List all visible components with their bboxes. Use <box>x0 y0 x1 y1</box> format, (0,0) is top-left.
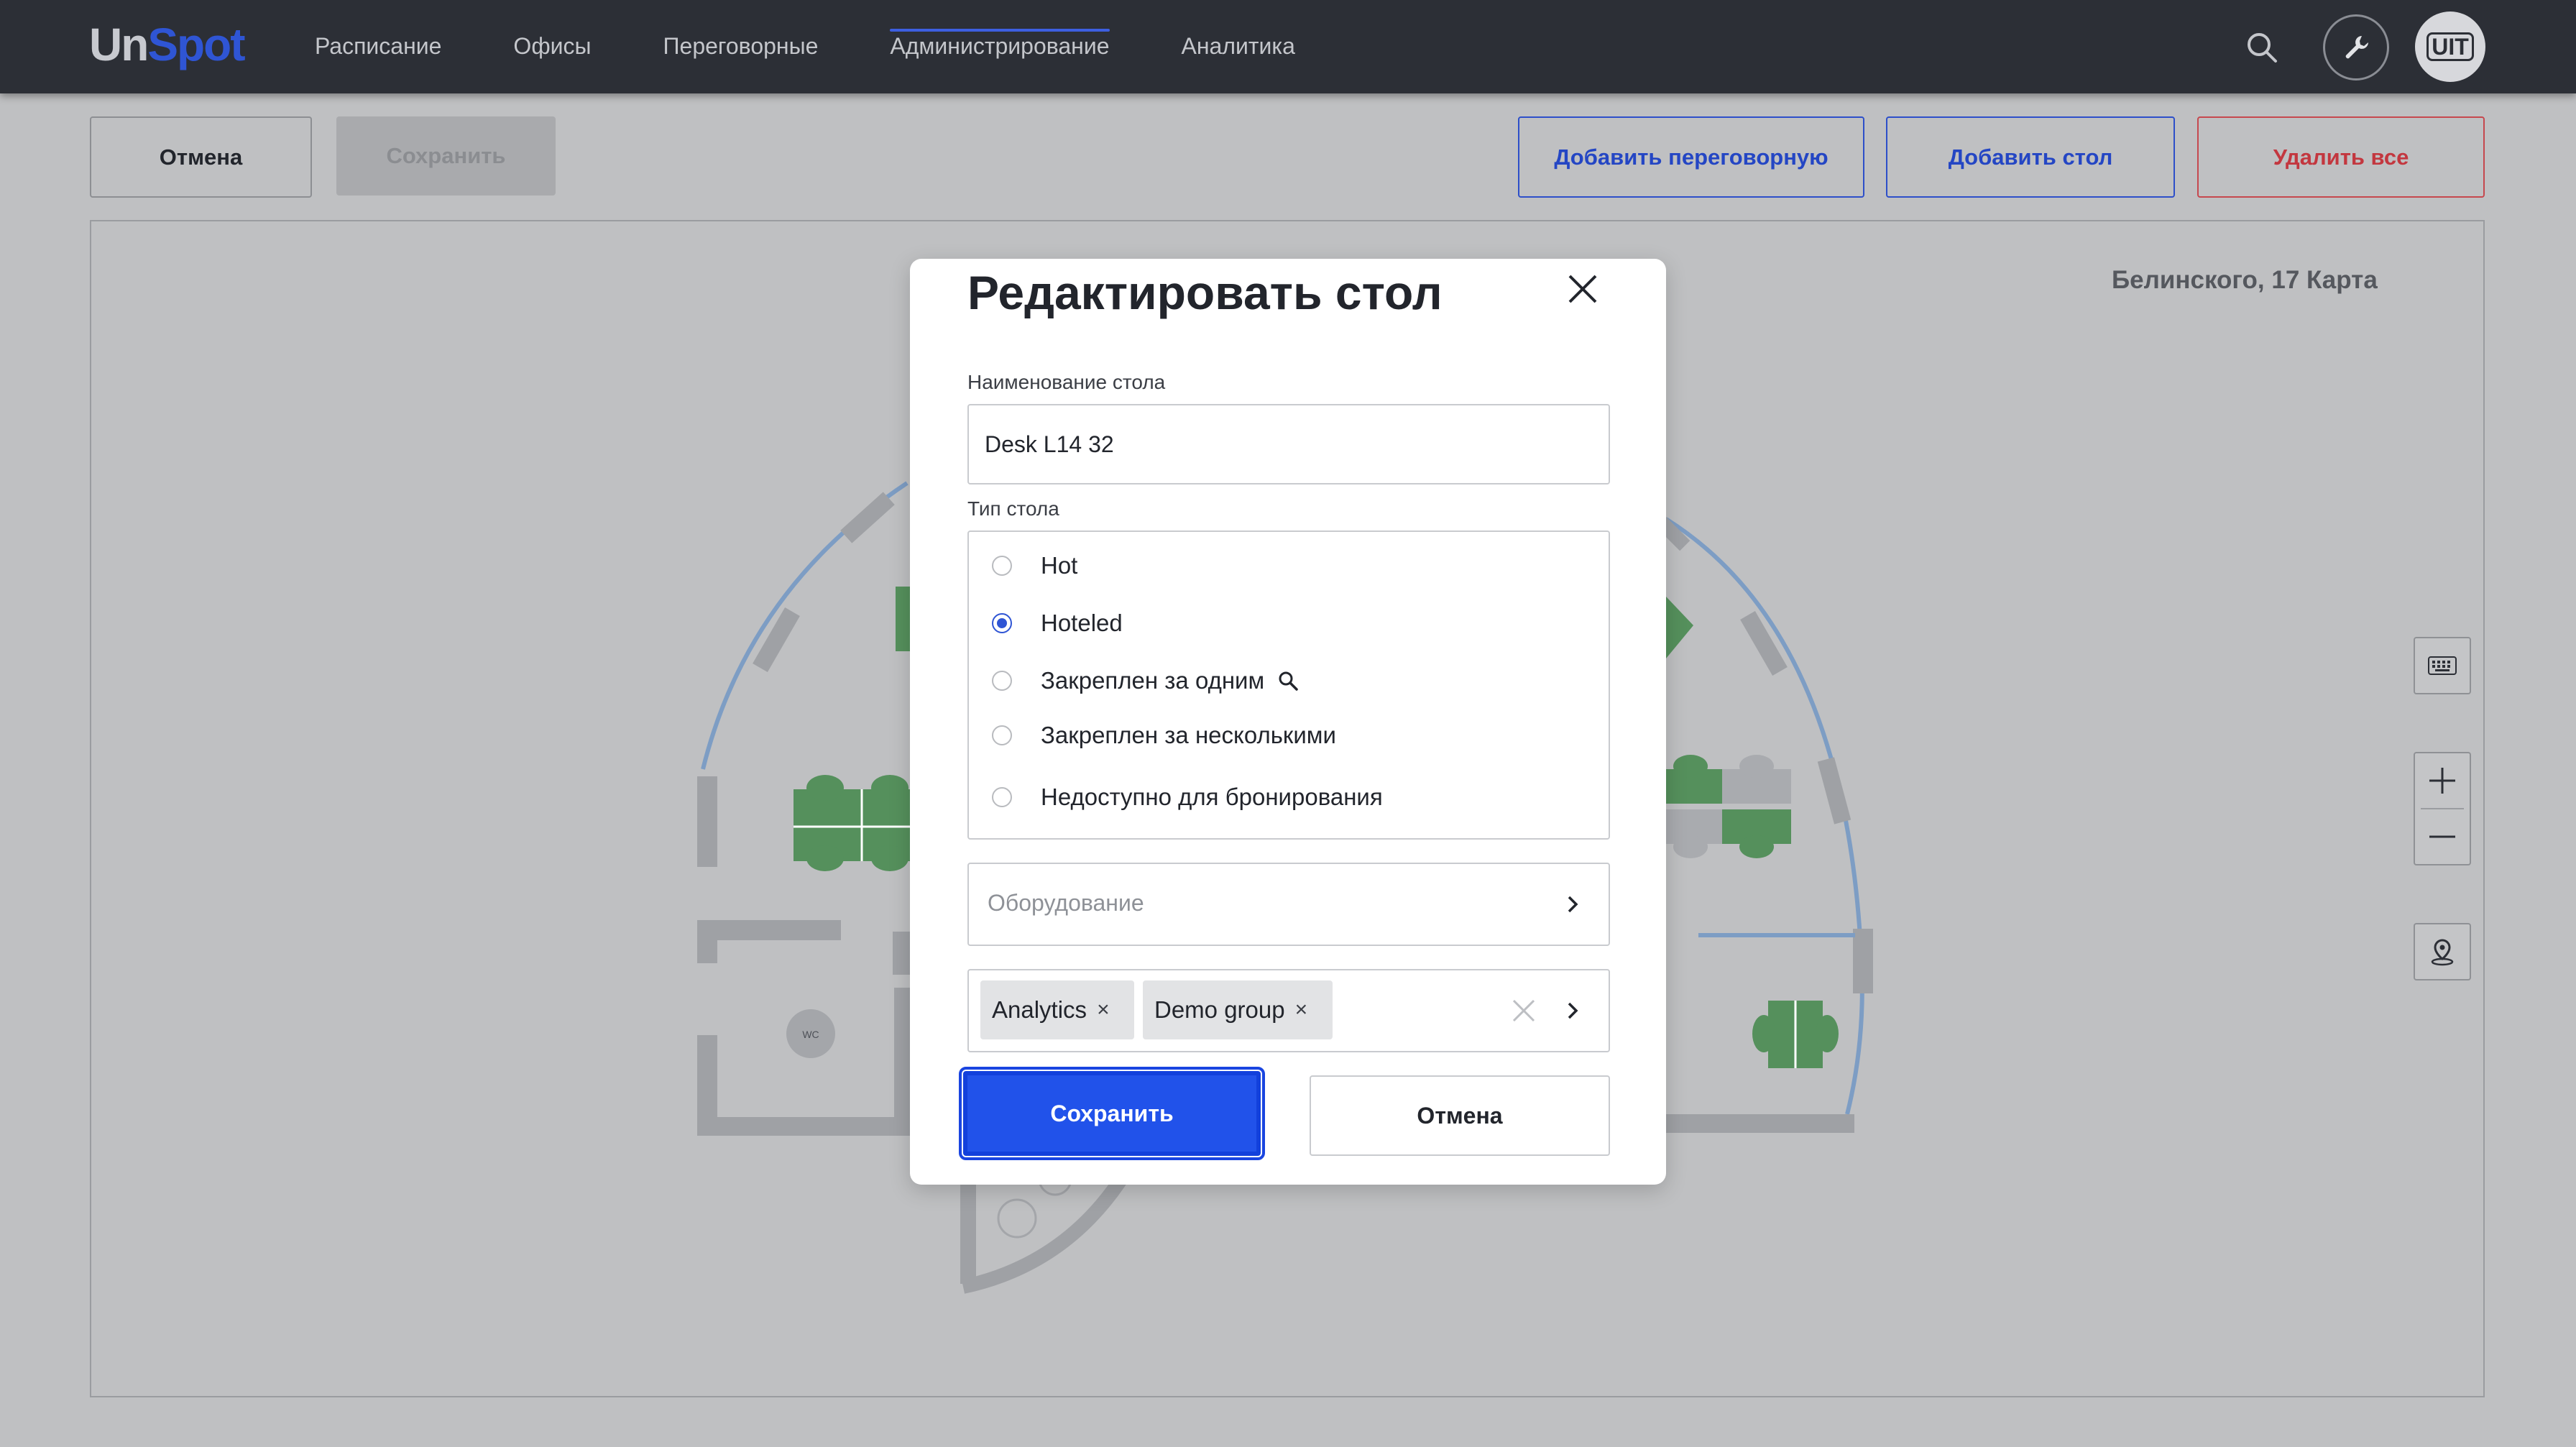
desk-type-option-hoteled[interactable]: Hoteled <box>992 605 1123 641</box>
radio-button-checked[interactable] <box>992 613 1012 633</box>
chevron-right-icon[interactable] <box>1558 970 1587 1051</box>
outer-wall-arc-left <box>701 481 908 770</box>
desk-type-option-hot[interactable]: Hot <box>992 548 1077 584</box>
radio-label: Hot <box>1041 552 1078 579</box>
desk-type-label: Тип стола <box>967 497 1059 520</box>
zoom-in-icon <box>2429 768 2455 794</box>
group-tag-label: Demo group <box>1154 996 1285 1023</box>
equipment-placeholder: Оборудование <box>988 890 1144 916</box>
group-tag-label: Analytics <box>992 996 1087 1023</box>
equipment-select[interactable]: Оборудование <box>967 863 1610 946</box>
wc-label: WC <box>802 1029 819 1040</box>
radio-button[interactable] <box>992 671 1012 691</box>
modal-title: Редактировать стол <box>967 266 1443 319</box>
zoom-controls <box>2414 752 2471 865</box>
groups-multiselect[interactable]: Analytics × Demo group × <box>967 969 1610 1052</box>
desk-cluster-left <box>794 587 910 871</box>
desk-type-option-assigned-single[interactable]: Закреплен за одним <box>992 663 1299 699</box>
remove-tag-icon[interactable]: × <box>1097 999 1110 1021</box>
radio-label: Закреплен за одним <box>1041 667 1265 694</box>
map-title: Белинского, 17 Карта <box>2112 266 2378 294</box>
edit-desk-modal: Редактировать стол Наименование стола Ти… <box>910 259 1666 1185</box>
close-icon <box>1568 275 1597 303</box>
radio-label: Закреплен за несколькими <box>1041 722 1336 748</box>
zoom-out-button[interactable] <box>2415 809 2470 864</box>
radio-button[interactable] <box>992 556 1012 576</box>
modal-save-button[interactable]: Сохранить <box>959 1067 1265 1160</box>
locate-button[interactable] <box>2414 923 2471 980</box>
locate-icon <box>2431 939 2454 966</box>
zoom-in-button[interactable] <box>2415 753 2470 808</box>
search-icon[interactable] <box>1277 670 1299 692</box>
group-tag-analytics: Analytics × <box>980 980 1134 1039</box>
radio-button[interactable] <box>992 725 1012 745</box>
zoom-out-icon <box>2429 835 2455 838</box>
remove-tag-icon[interactable]: × <box>1295 999 1308 1021</box>
desk-type-option-assigned-multiple[interactable]: Закреплен за несколькими <box>992 717 1336 753</box>
radio-label: Hoteled <box>1041 610 1123 636</box>
desk-type-radio-group: Hot Hoteled Закреплен за одним Закреплен… <box>967 530 1610 840</box>
modal-cancel-button[interactable]: Отмена <box>1310 1075 1610 1156</box>
desk-type-option-unavailable[interactable]: Недоступно для бронирования <box>992 779 1383 815</box>
close-modal-button[interactable] <box>1561 267 1604 311</box>
desk-cluster-right <box>1666 597 1839 1068</box>
chevron-right-icon[interactable] <box>1558 864 1587 945</box>
radio-label: Недоступно для бронирования <box>1041 784 1383 810</box>
clear-selection-icon[interactable] <box>1509 996 1538 1025</box>
keyboard-shortcuts-button[interactable] <box>2414 637 2471 694</box>
desk-name-label: Наименование стола <box>967 371 1166 393</box>
desk-name-input[interactable] <box>967 404 1610 484</box>
radio-button[interactable] <box>992 787 1012 807</box>
keyboard-icon <box>2428 656 2457 675</box>
group-tag-demo-group: Demo group × <box>1143 980 1333 1039</box>
